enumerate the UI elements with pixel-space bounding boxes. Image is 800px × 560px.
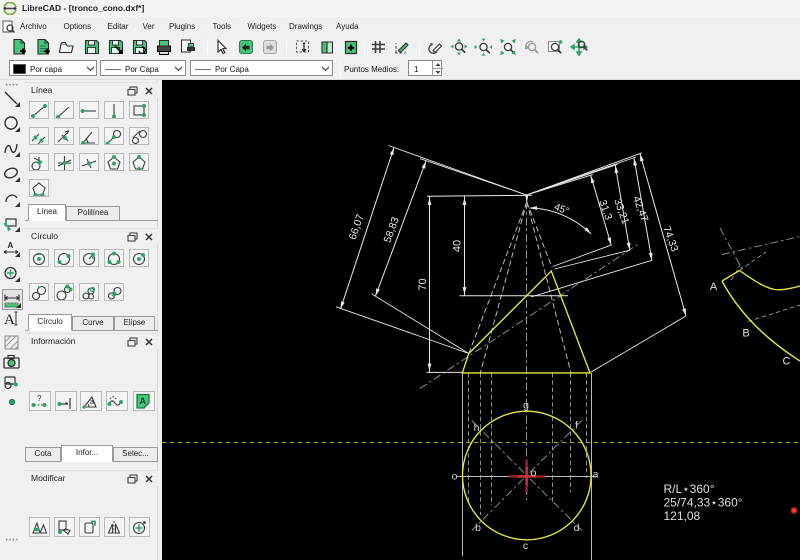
svg-text:o: o bbox=[452, 471, 458, 483]
svg-text:58,83: 58,83 bbox=[382, 215, 402, 244]
svg-text:A: A bbox=[140, 396, 147, 406]
svg-text:40: 40 bbox=[451, 240, 463, 252]
svg-text:o: o bbox=[531, 467, 537, 479]
svg-text:C: C bbox=[783, 356, 791, 368]
svg-text:45°: 45° bbox=[552, 202, 570, 218]
svg-text:a: a bbox=[90, 399, 94, 406]
svg-text:h: h bbox=[474, 422, 480, 434]
svg-text:d: d bbox=[574, 522, 580, 534]
svg-text:b: b bbox=[475, 522, 481, 534]
svg-text:70: 70 bbox=[417, 278, 429, 290]
svg-text:66,07: 66,07 bbox=[347, 212, 367, 241]
svg-text:f: f bbox=[575, 420, 578, 432]
svg-text:c: c bbox=[523, 540, 528, 552]
svg-text:A: A bbox=[4, 312, 15, 328]
svg-text:A: A bbox=[710, 281, 718, 293]
svg-text:B: B bbox=[742, 328, 749, 340]
svg-text:121,08: 121,08 bbox=[664, 509, 701, 523]
svg-text:g: g bbox=[523, 400, 529, 412]
svg-text:42,47: 42,47 bbox=[630, 195, 650, 224]
svg-text:A: A bbox=[8, 241, 14, 250]
svg-text:25/74,33⋆360°: 25/74,33⋆360° bbox=[664, 496, 743, 510]
svg-text:a: a bbox=[593, 469, 599, 481]
svg-text:?: ? bbox=[37, 394, 42, 403]
svg-text:R/L⋆360°: R/L⋆360° bbox=[664, 482, 715, 496]
svg-text:33,21: 33,21 bbox=[611, 197, 631, 226]
svg-text:74,33: 74,33 bbox=[660, 225, 680, 254]
